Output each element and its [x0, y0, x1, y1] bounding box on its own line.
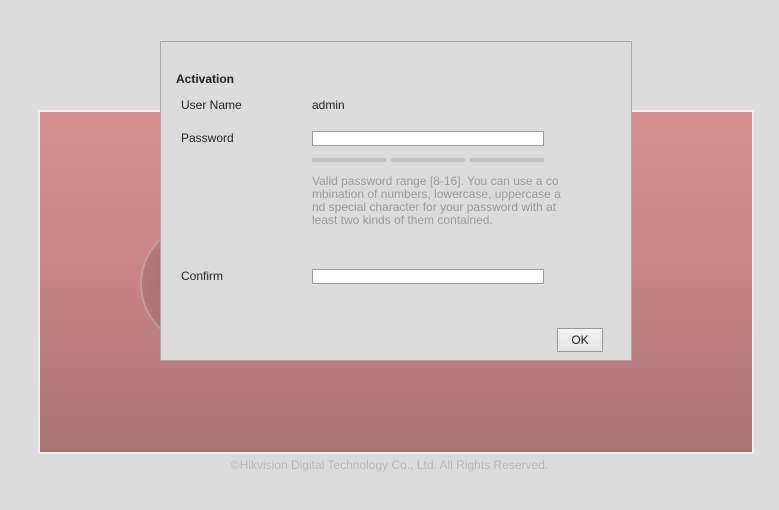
password-strength-meter — [312, 158, 544, 162]
confirm-password-field[interactable] — [312, 269, 544, 284]
strength-segment-strong — [470, 158, 544, 162]
activation-page: ©Hikvision Digital Technology Co., Ltd. … — [0, 0, 779, 510]
user-name-label: User Name — [181, 98, 242, 112]
copyright-text: ©Hikvision Digital Technology Co., Ltd. … — [230, 458, 549, 472]
strength-segment-weak — [312, 158, 386, 162]
user-name-value: admin — [312, 98, 345, 112]
password-hint: Valid password range [8-16]. You can use… — [312, 174, 561, 227]
confirm-label: Confirm — [181, 269, 224, 283]
password-field[interactable] — [312, 131, 544, 146]
dialog-title: Activation — [176, 72, 235, 86]
password-label: Password — [181, 131, 234, 145]
ok-button[interactable]: OK — [557, 328, 603, 352]
activation-dialog: Activation User Name admin Password Vali… — [160, 41, 632, 361]
strength-segment-medium — [391, 158, 465, 162]
